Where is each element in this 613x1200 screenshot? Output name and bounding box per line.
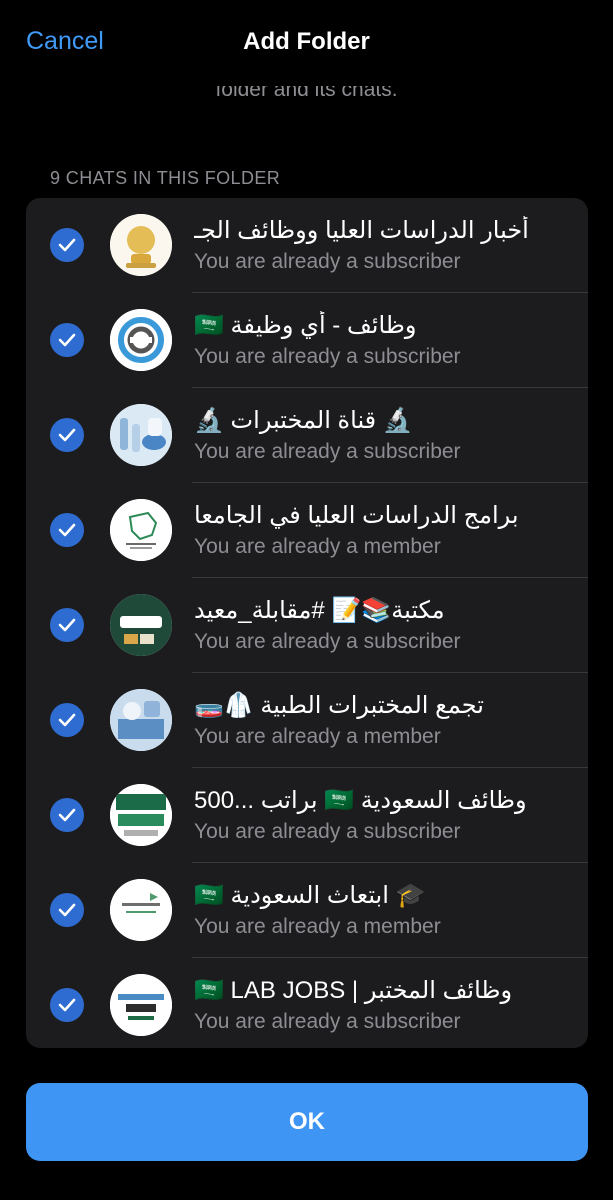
checkmark-icon[interactable]	[50, 798, 84, 832]
chat-status: You are already a member	[194, 725, 441, 748]
saudi-map-logo-icon	[110, 499, 172, 561]
chat-name: وظائف السعودية 🇸🇦 براتب ...500	[194, 787, 527, 814]
chat-name: أخبار الدراسات العليا ووظائف الجـ	[194, 217, 529, 244]
list-item[interactable]: برامج الدراسات العليا في الجامعا You are…	[26, 483, 588, 578]
checkmark-icon[interactable]	[50, 323, 84, 357]
list-item[interactable]: أخبار الدراسات العليا ووظائف الجـ You ar…	[26, 198, 588, 293]
chat-status: You are already a subscriber	[194, 440, 461, 463]
laboratory-jobs-logo-icon	[110, 974, 172, 1036]
list-item[interactable]: وظائف السعودية 🇸🇦 براتب ...500 You are a…	[26, 768, 588, 863]
checkmark-icon[interactable]	[50, 703, 84, 737]
lab-photo-icon	[110, 404, 172, 466]
gold-trophy-icon	[110, 214, 172, 276]
chat-status: You are already a subscriber	[194, 1010, 461, 1033]
chat-name: مكتبة📚📝 #مقابلة_معيد	[194, 597, 445, 624]
chat-status: You are already a member	[194, 535, 441, 558]
page-title: Add Folder	[243, 28, 370, 55]
chat-name: 🎓 ابتعاث السعودية 🇸🇦	[194, 882, 426, 909]
chat-name: تجمع المختبرات الطبية 🥼🧫	[194, 692, 484, 719]
chat-status: You are already a member	[194, 915, 441, 938]
ok-button[interactable]: OK	[26, 1083, 588, 1161]
chat-name: وظائف - أي وظيفة 🇸🇦	[194, 312, 417, 339]
checkmark-icon[interactable]	[50, 513, 84, 547]
chat-status: You are already a subscriber	[194, 820, 461, 843]
chat-status: You are already a subscriber	[194, 250, 461, 273]
chat-status: You are already a subscriber	[194, 345, 461, 368]
chat-name: 🔬 قناة المختبرات 🔬	[194, 407, 413, 434]
checkmark-icon[interactable]	[50, 893, 84, 927]
chat-status: You are already a subscriber	[194, 630, 461, 653]
handshake-logo-icon	[110, 309, 172, 371]
navigation-bar: Cancel Add Folder	[0, 0, 613, 86]
section-header: 9 CHATS IN THIS FOLDER	[50, 168, 281, 188]
list-item[interactable]: 🎓 ابتعاث السعودية 🇸🇦 You are already a m…	[26, 863, 588, 958]
list-item[interactable]: وظائف المختبر | 🇸🇦 LAB JOBS You are alre…	[26, 958, 588, 1048]
saudi-jobs-logo-icon	[110, 784, 172, 846]
chat-name: برامج الدراسات العليا في الجامعا	[194, 502, 519, 529]
list-item[interactable]: مكتبة📚📝 #مقابلة_معيد You are already a s…	[26, 578, 588, 673]
checkmark-icon[interactable]	[50, 418, 84, 452]
list-item[interactable]: وظائف - أي وظيفة 🇸🇦 You are already a su…	[26, 293, 588, 388]
checkmark-icon[interactable]	[50, 228, 84, 262]
checkmark-icon[interactable]	[50, 988, 84, 1022]
chat-list: أخبار الدراسات العليا ووظائف الجـ You ar…	[26, 198, 588, 1048]
chat-name: وظائف المختبر | 🇸🇦 LAB JOBS	[194, 977, 513, 1004]
list-item[interactable]: تجمع المختبرات الطبية 🥼🧫 You are already…	[26, 673, 588, 768]
lab-photo-icon	[110, 689, 172, 751]
moeed-logo-icon	[110, 594, 172, 656]
scholarship-logo-icon	[110, 879, 172, 941]
checkmark-icon[interactable]	[50, 608, 84, 642]
list-item[interactable]: 🔬 قناة المختبرات 🔬 You are already a sub…	[26, 388, 588, 483]
